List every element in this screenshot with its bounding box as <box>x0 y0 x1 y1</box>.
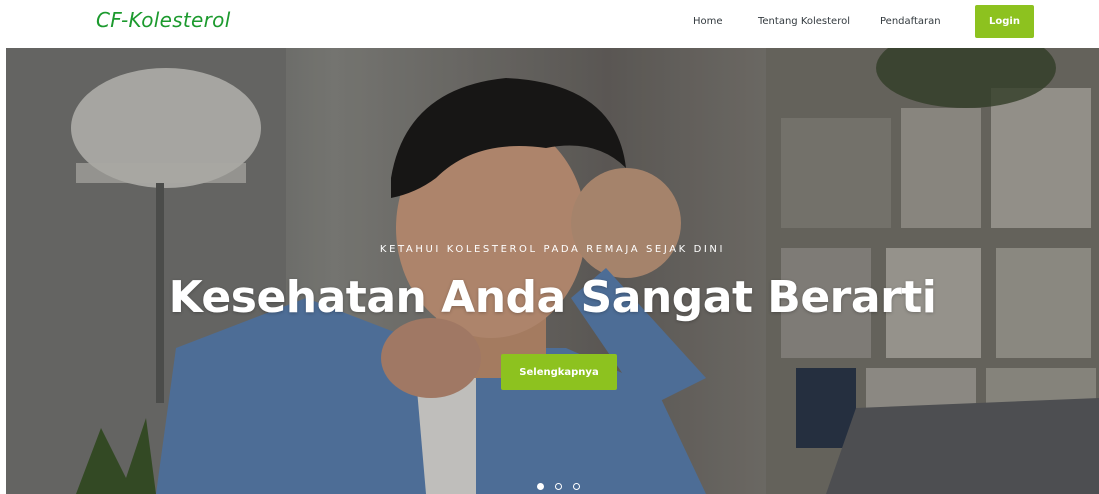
hero-title: Kesehatan Anda Sangat Berarti <box>168 272 937 323</box>
nav-link-tentang-kolesterol[interactable]: Tentang Kolesterol <box>758 16 850 27</box>
navbar: CF-Kolesterol Home Tentang Kolesterol Pe… <box>0 0 1099 48</box>
login-button[interactable]: Login <box>975 5 1034 38</box>
carousel-indicator-3[interactable] <box>573 483 580 490</box>
carousel-indicators <box>536 483 586 491</box>
nav-link-home[interactable]: Home <box>693 16 723 27</box>
read-more-button[interactable]: Selengkapnya <box>501 354 617 390</box>
hero-carousel: KETAHUI KOLESTEROL PADA REMAJA SEJAK DIN… <box>6 48 1099 494</box>
carousel-indicator-1[interactable] <box>537 483 544 490</box>
hero-overlay <box>6 48 1099 494</box>
carousel-indicator-2[interactable] <box>555 483 562 490</box>
hero-eyebrow: KETAHUI KOLESTEROL PADA REMAJA SEJAK DIN… <box>379 244 726 255</box>
nav-link-pendaftaran[interactable]: Pendaftaran <box>880 16 941 27</box>
nav-menu: Home Tentang Kolesterol Pendaftaran <box>0 0 1099 48</box>
